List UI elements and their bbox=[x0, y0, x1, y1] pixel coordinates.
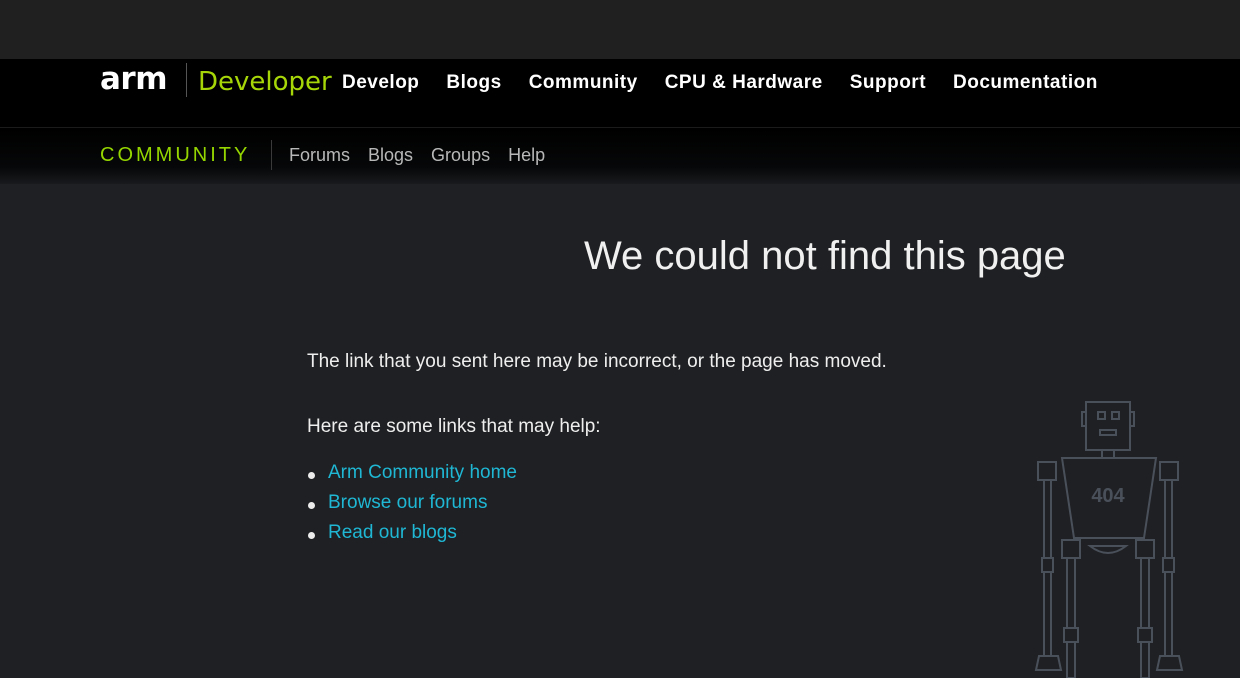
page-title: We could not find this page bbox=[584, 234, 1066, 278]
nav-cpu-hardware[interactable]: CPU & Hardware bbox=[665, 72, 823, 94]
link-community-home[interactable]: Arm Community home bbox=[328, 462, 517, 483]
subnav-groups[interactable]: Groups bbox=[431, 145, 490, 166]
arm-logo[interactable]: arm bbox=[100, 61, 168, 97]
list-item: Browse our forums bbox=[307, 492, 517, 522]
nav-documentation[interactable]: Documentation bbox=[953, 72, 1098, 94]
list-item: Arm Community home bbox=[307, 462, 517, 492]
community-title[interactable]: COMMUNITY bbox=[100, 144, 250, 167]
nav-develop[interactable]: Develop bbox=[342, 72, 419, 94]
subnav-menu: Forums Blogs Groups Help bbox=[289, 145, 545, 166]
top-strip bbox=[0, 0, 1240, 59]
subnav-divider bbox=[271, 140, 272, 170]
main-navbar: arm Developer Develop Blogs Community CP… bbox=[0, 59, 1240, 128]
link-browse-forums[interactable]: Browse our forums bbox=[328, 492, 487, 513]
nav-support[interactable]: Support bbox=[850, 72, 926, 94]
subnav-blogs[interactable]: Blogs bbox=[368, 145, 413, 166]
subnav-help[interactable]: Help bbox=[508, 145, 545, 166]
help-links-list: Arm Community home Browse our forums Rea… bbox=[307, 462, 517, 552]
main-nav-menu: Develop Blogs Community CPU & Hardware S… bbox=[342, 72, 1098, 94]
logo-divider bbox=[186, 63, 187, 97]
nav-community[interactable]: Community bbox=[529, 72, 638, 94]
nav-blogs[interactable]: Blogs bbox=[446, 72, 501, 94]
list-item: Read our blogs bbox=[307, 522, 517, 552]
robot-404-label: 404 bbox=[1091, 485, 1125, 507]
subnav-forums[interactable]: Forums bbox=[289, 145, 350, 166]
error-message: The link that you sent here may be incor… bbox=[307, 351, 887, 372]
developer-logo-text[interactable]: Developer bbox=[198, 67, 332, 97]
link-read-blogs[interactable]: Read our blogs bbox=[328, 522, 457, 543]
robot-404-illustration: 404 bbox=[1034, 401, 1184, 678]
links-intro: Here are some links that may help: bbox=[307, 416, 601, 437]
community-subnav: COMMUNITY Forums Blogs Groups Help bbox=[0, 128, 1240, 184]
